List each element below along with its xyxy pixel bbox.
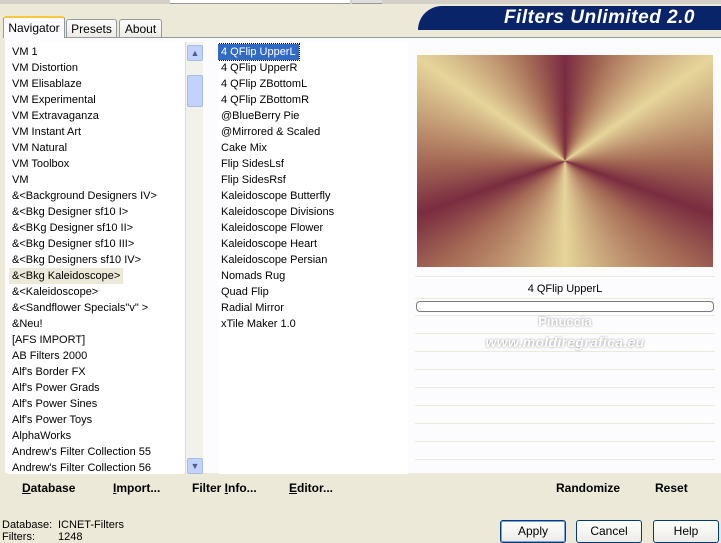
category-item[interactable]: &<Bkg Designer sf10 III> [9, 236, 137, 252]
tab-navigator[interactable]: Navigator [3, 16, 65, 38]
category-item[interactable]: &<Bkg Kaleidoscope> [9, 268, 124, 284]
filter-item[interactable]: @BlueBerry Pie [218, 108, 302, 124]
param-row-divider [415, 351, 715, 352]
watermark-line1: Pinuccia [538, 314, 592, 329]
param-row-divider [415, 459, 715, 460]
filter-item[interactable]: xTile Maker 1.0 [218, 316, 299, 332]
filter-item[interactable]: 4 QFlip ZBottomL [218, 76, 310, 92]
category-item[interactable]: VM [9, 172, 32, 188]
param-row-divider [415, 369, 715, 370]
filter-item[interactable]: Flip SidesLsf [218, 156, 287, 172]
category-item[interactable]: Andrew's Filter Collection 56 [9, 460, 154, 474]
param-row-divider [415, 441, 715, 442]
top-strip-button [352, 0, 382, 4]
category-item[interactable]: VM Natural [9, 140, 70, 156]
filter-item[interactable]: Nomads Rug [218, 268, 288, 284]
filter-list[interactable]: 4 QFlip UpperL 4 QFlip UpperR 4 QFlip ZBot… [218, 42, 408, 474]
param-row-divider [415, 387, 715, 388]
scroll-up-icon[interactable]: ▲ [187, 45, 203, 61]
import-button[interactable]: Import... [113, 481, 160, 495]
preview-filter-name: 4 QFlip UpperL [527, 283, 603, 295]
tab-presets[interactable]: Presets [66, 19, 117, 37]
status-database-value: ICNET-Filters [58, 519, 124, 531]
category-item[interactable]: VM Instant Art [9, 124, 84, 140]
top-strip-field [170, 0, 350, 4]
scroll-down-icon[interactable]: ▼ [187, 458, 203, 474]
param-row-divider [415, 405, 715, 406]
app-title: Filters Unlimited 2.0 [418, 6, 721, 30]
category-item[interactable]: [AFS IMPORT] [9, 332, 88, 348]
category-item[interactable]: Alf's Border FX [9, 364, 89, 380]
category-item[interactable]: &<Bkg Designer sf10 I> [9, 204, 131, 220]
category-item[interactable]: Alf's Power Toys [9, 412, 95, 428]
filter-item[interactable]: Kaleidoscope Flower [218, 220, 326, 236]
category-item[interactable]: VM Experimental [9, 92, 99, 108]
param-row-divider [415, 423, 715, 424]
category-scrollbar[interactable]: ▲ ▼ [185, 42, 203, 474]
database-button[interactable]: Database [22, 481, 75, 495]
category-item[interactable]: &<BKg Designer sf10 II> [9, 220, 136, 236]
category-item[interactable]: VM Extravaganza [9, 108, 102, 124]
filter-item[interactable]: Kaleidoscope Persian [218, 252, 330, 268]
tab-about[interactable]: About [119, 19, 162, 37]
category-item[interactable]: VM Elisablaze [9, 76, 85, 92]
category-list[interactable]: VM 1 VM Distortion VM Elisablaze VM Experim… [8, 42, 184, 474]
filter-preview [417, 55, 713, 267]
randomize-button[interactable]: Randomize [556, 481, 620, 495]
filter-item[interactable]: Flip SidesRsf [218, 172, 289, 188]
category-item[interactable]: &Neu! [9, 316, 46, 332]
filter-item[interactable]: Kaleidoscope Divisions [218, 204, 337, 220]
cancel-button[interactable]: Cancel [576, 520, 642, 543]
category-item[interactable]: Andrew's Filter Collection 55 [9, 444, 154, 460]
scroll-thumb[interactable] [187, 75, 203, 107]
editor-button[interactable]: Editor... [289, 481, 333, 495]
filter-item[interactable]: Quad Flip [218, 284, 272, 300]
filter-item[interactable]: 4 QFlip UpperL [218, 43, 300, 61]
category-item[interactable]: AB Filters 2000 [9, 348, 90, 364]
category-item[interactable]: &<Bkg Designers sf10 IV> [9, 252, 144, 268]
watermark-line2: www.moldiregrafica.eu [485, 334, 645, 350]
filter-info-button[interactable]: Filter Info... [192, 481, 257, 495]
status-database-label: Database: [2, 519, 53, 531]
filter-item[interactable]: Radial Mirror [218, 300, 287, 316]
progress-bar [416, 301, 714, 312]
status-filters-label: Filters: [2, 531, 35, 543]
category-item[interactable]: VM 1 [9, 44, 41, 60]
reset-button[interactable]: Reset [655, 481, 688, 495]
param-row-divider [415, 276, 715, 277]
category-item[interactable]: &<Background Designers IV> [9, 188, 160, 204]
category-item[interactable]: VM Distortion [9, 60, 81, 76]
category-item[interactable]: Alf's Power Sines [9, 396, 100, 412]
apply-button[interactable]: Apply [500, 520, 566, 543]
filter-item[interactable]: @Mirrored & Scaled [218, 124, 323, 140]
category-item[interactable]: AlphaWorks [9, 428, 74, 444]
category-item[interactable]: Alf's Power Grads [9, 380, 103, 396]
param-row-divider [415, 298, 715, 299]
filter-item[interactable]: 4 QFlip ZBottomR [218, 92, 312, 108]
status-filters-value: 1248 [58, 531, 83, 543]
filter-item[interactable]: Kaleidoscope Butterfly [218, 188, 333, 204]
category-item[interactable]: VM Toolbox [9, 156, 72, 172]
filter-item[interactable]: Kaleidoscope Heart [218, 236, 320, 252]
filter-item[interactable]: 4 QFlip UpperR [218, 60, 300, 76]
filter-item[interactable]: Cake Mix [218, 140, 270, 156]
category-item[interactable]: &<Kaleidoscope> [9, 284, 101, 300]
category-item[interactable]: &<Sandflower Specials"v" > [9, 300, 151, 316]
help-button[interactable]: Help [653, 520, 719, 543]
